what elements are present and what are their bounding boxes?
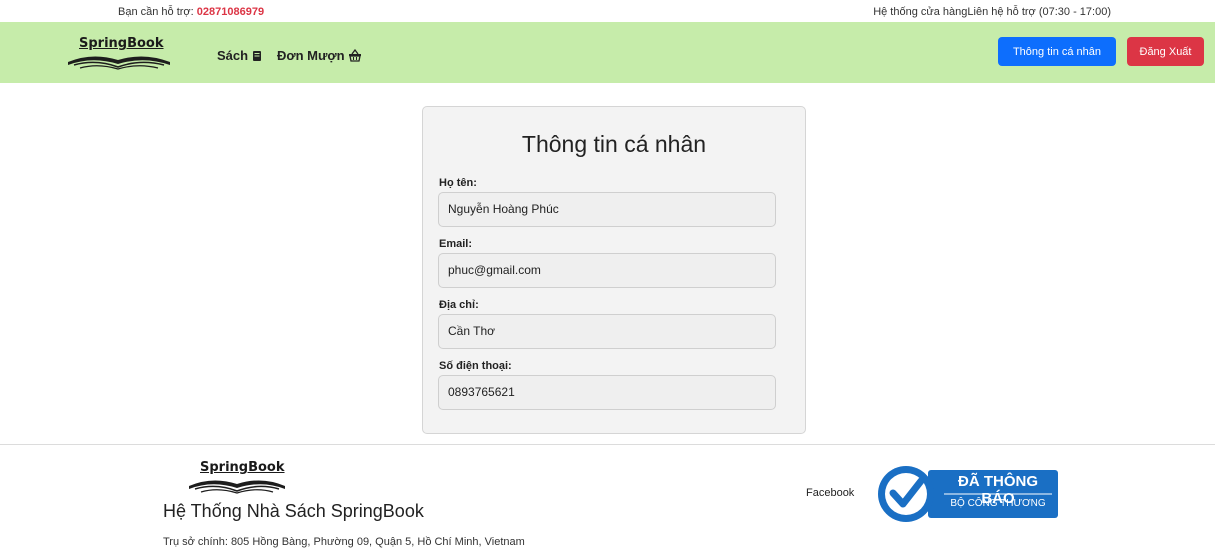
fullname-field[interactable]: Nguyễn Hoàng Phúc [438, 192, 776, 227]
support-info: Bạn cần hỗ trợ: 02871086979 [118, 6, 264, 18]
facebook-link[interactable]: Facebook [806, 487, 854, 499]
basket-icon [348, 49, 361, 62]
support-hours-link[interactable]: Liên hệ hỗ trợ (07:30 - 17:00) [967, 6, 1111, 18]
nav-loans-label: Đơn Mượn [277, 48, 345, 63]
profile-button[interactable]: Thông tin cá nhân [998, 37, 1116, 66]
email-label: Email: [439, 238, 473, 250]
logout-button[interactable]: Đăng Xuất [1127, 37, 1204, 66]
store-system-link[interactable]: Hệ thống cửa hàng [873, 6, 967, 18]
site-logo[interactable]: SpringBook [66, 36, 172, 72]
logo-text: SpringBook [79, 36, 164, 51]
support-phone[interactable]: 02871086979 [197, 6, 264, 18]
address-label: Địa chỉ: [439, 299, 479, 311]
top-right-links: Hệ thống cửa hàngLiên hệ hỗ trợ (07:30 -… [873, 6, 1111, 18]
top-info-bar: Bạn cần hỗ trợ: 02871086979 Hệ thống cửa… [0, 0, 1215, 22]
phone-label: Số điện thoại: [439, 360, 512, 372]
company-name: Hệ Thống Nhà Sách SpringBook [163, 501, 424, 521]
main-navbar: SpringBook Sách Đơn Mượn Thông tin cá nh… [0, 22, 1215, 83]
email-field[interactable]: phuc@gmail.com [438, 253, 776, 288]
nav-loans[interactable]: Đơn Mượn [277, 48, 362, 63]
profile-card: Thông tin cá nhân Họ tên: Nguyễn Hoàng P… [422, 106, 806, 434]
footer-logo-text: SpringBook [200, 460, 285, 475]
fullname-label: Họ tên: [439, 177, 477, 189]
nav-books-label: Sách [217, 48, 249, 63]
ministry-badge[interactable]: ĐÃ THÔNG BÁO BỘ CÔNG THƯƠNG [872, 464, 1059, 524]
company-address: Trụ sở chính: 805 Hồng Bàng, Phường 09, … [163, 536, 525, 548]
badge-subtitle: BỘ CÔNG THƯƠNG [950, 498, 1046, 509]
footer-logo[interactable]: SpringBook [187, 460, 287, 496]
open-book-icon [189, 480, 285, 494]
profile-title: Thông tin cá nhân [521, 131, 707, 157]
nav-books[interactable]: Sách [217, 48, 263, 63]
support-label: Bạn cần hỗ trợ: [118, 6, 194, 18]
phone-field[interactable]: 0893765621 [438, 375, 776, 410]
footer-divider [0, 444, 1215, 445]
open-book-icon [68, 56, 170, 70]
book-icon [253, 50, 262, 61]
address-field[interactable]: Cần Thơ [438, 314, 776, 349]
